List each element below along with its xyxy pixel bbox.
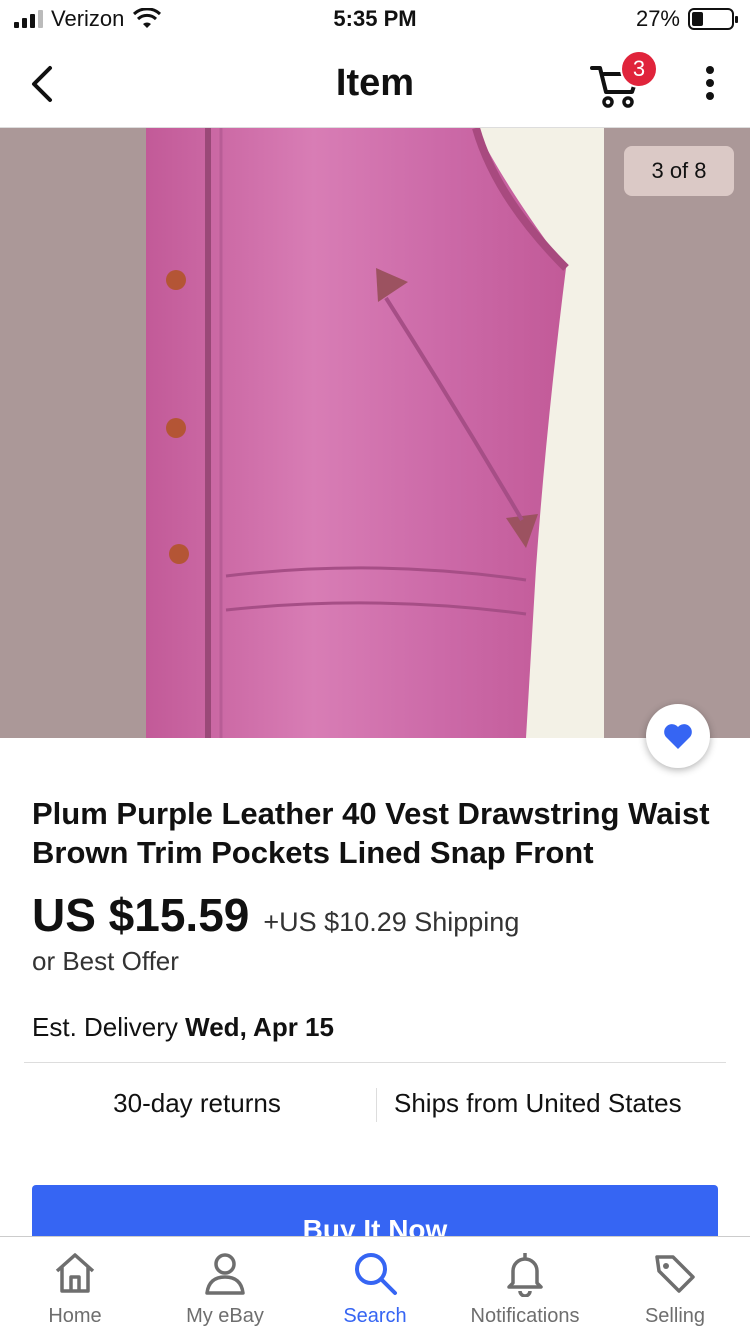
tab-my-ebay[interactable]: My eBay — [150, 1237, 300, 1334]
cart-count-badge: 3 — [620, 50, 658, 88]
battery-icon — [688, 8, 738, 30]
returns-policy[interactable]: 30-day returns — [32, 1088, 362, 1119]
more-options-icon[interactable] — [696, 66, 724, 106]
tab-home[interactable]: Home — [0, 1237, 150, 1334]
person-icon — [205, 1253, 245, 1295]
item-photo — [146, 128, 604, 738]
item-image-gallery[interactable] — [0, 128, 750, 738]
best-offer-text: or Best Offer — [32, 946, 179, 976]
home-icon — [55, 1253, 95, 1293]
tab-search[interactable]: Search — [300, 1237, 450, 1334]
ships-from: Ships from United States — [394, 1088, 682, 1118]
divider — [376, 1088, 377, 1122]
delivery-label: Est. Delivery — [32, 1012, 178, 1042]
tab-bar: Home My eBay Search Notifications Sellin… — [0, 1236, 750, 1334]
tab-notifications[interactable]: Notifications — [450, 1237, 600, 1334]
search-icon — [355, 1253, 397, 1295]
watch-button[interactable] — [646, 704, 710, 768]
bell-icon — [507, 1253, 543, 1297]
heart-icon — [664, 724, 692, 749]
image-counter: 3 of 8 — [624, 146, 734, 196]
battery-percent: 27% — [635, 6, 680, 31]
tab-selling[interactable]: Selling — [600, 1237, 750, 1334]
estimated-delivery: Est. Delivery Wed, Apr 15 — [32, 1012, 334, 1043]
item-title: Plum Purple Leather 40 Vest Drawstring W… — [32, 796, 710, 870]
price-row: US $15.59 +US $10.29 Shipping — [32, 888, 519, 942]
delivery-date: Wed, Apr 15 — [185, 1012, 334, 1042]
item-price: US $15.59 — [32, 889, 250, 941]
divider — [24, 1062, 726, 1063]
shipping-cost: +US $10.29 Shipping — [263, 907, 520, 937]
tag-icon — [655, 1255, 695, 1293]
status-bar: Verizon 5:35 PM 27% — [0, 0, 750, 40]
nav-bar: Item 3 — [0, 40, 750, 128]
